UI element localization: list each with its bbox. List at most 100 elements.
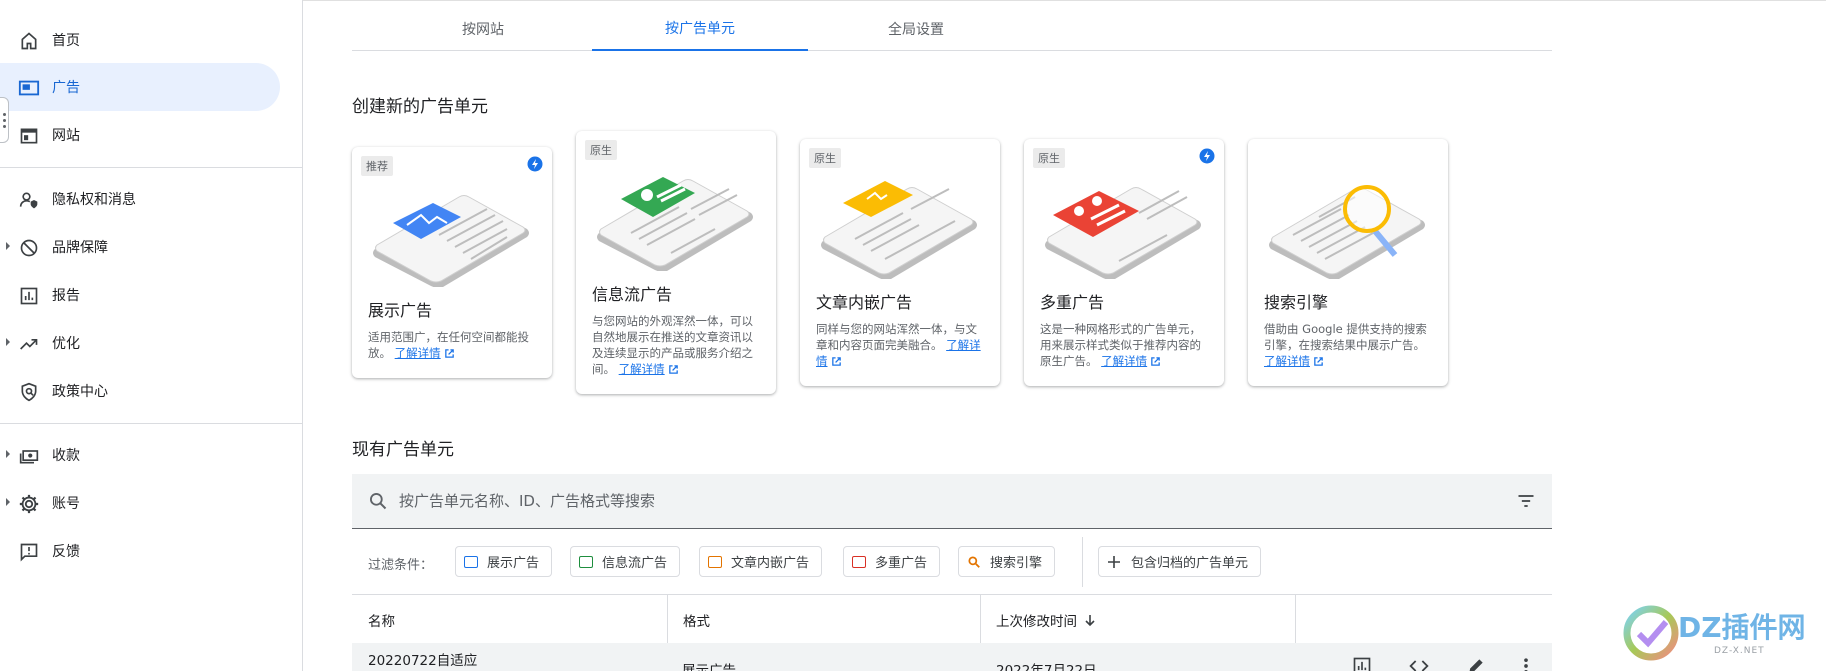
learn-more-link[interactable]: 了解详情 [1264, 354, 1310, 368]
search-bar [352, 474, 1552, 529]
nav-label: 账号 [52, 496, 80, 512]
expand-caret-icon [6, 242, 10, 250]
nav-label: 首页 [52, 33, 80, 49]
card-in-article-ads[interactable]: 原生 文章内嵌广告 同样与您的网站浑然一体，与文章和内容页面完美融合。 了解详情 [800, 139, 1000, 386]
card-description: 同样与您的网站浑然一体，与文章和内容页面完美融合。 了解详情 [816, 321, 988, 369]
chip-label: 文章内嵌广告 [731, 556, 810, 571]
report-icon[interactable] [1352, 656, 1372, 671]
table-header: 名称 格式 上次修改时间 [352, 594, 1552, 644]
nav-item-payments[interactable]: 收款 [0, 431, 280, 479]
more-vert-icon[interactable] [1522, 656, 1530, 671]
ad-unit-name[interactable]: 20220722自适应 [368, 649, 477, 669]
multiplex-ad-icon [852, 555, 866, 568]
tab-by-site[interactable]: 按网站 [375, 6, 591, 51]
filter-list-icon[interactable] [1516, 492, 1536, 510]
card-badge: 原生 [809, 148, 841, 168]
card-badge: 推荐 [361, 156, 393, 176]
site-watermark: DZ插件网 DZ-X.NET [1622, 600, 1822, 666]
create-section-title: 创建新的广告单元 [352, 97, 488, 117]
learn-more-link[interactable]: 了解详情 [619, 362, 665, 376]
card-title: 展示广告 [368, 301, 433, 320]
nav-item-sites[interactable]: 网站 [0, 111, 280, 159]
nav-label: 网站 [52, 128, 80, 144]
table-row[interactable]: 20220722自适应 展示广告 2022年7月22日 [352, 643, 1552, 671]
nav-item-reports[interactable]: 报告 [0, 271, 280, 319]
nav-label: 报告 [52, 288, 80, 304]
card-description: 适用范围广，在任何空间都能投放。 了解详情 [368, 329, 540, 361]
chip-label: 展示广告 [487, 556, 540, 571]
payments-icon [18, 445, 40, 467]
gear-icon [18, 493, 40, 515]
column-header-modified[interactable]: 上次修改时间 [980, 595, 1097, 644]
card-desc-text: 借助由 Google 提供支持的搜索引擎，在搜索结果中展示广告。 [1264, 322, 1427, 352]
nav-item-account[interactable]: 账号 [0, 479, 280, 527]
in-article-ad-icon [708, 555, 722, 568]
watermark-logo-icon [1623, 605, 1679, 661]
nav-item-feedback[interactable]: 反馈 [0, 527, 280, 575]
filter-chip-display[interactable]: 展示广告 [455, 546, 553, 577]
trending-icon [18, 333, 40, 355]
expand-caret-icon [6, 338, 10, 346]
card-multiplex-ads[interactable]: 原生 多重广告 这是一种网格形式的广告单元，用来展示样式类似于推荐内容的原生广告… [1024, 139, 1224, 386]
multiplex-ad-illustration [1045, 187, 1201, 279]
search-engine-illustration [1269, 185, 1425, 279]
card-display-ads[interactable]: 推荐 展示广告 适用范围广，在任何空间都能投放。 了解详情 [352, 147, 552, 378]
search-input[interactable] [399, 486, 1399, 516]
nav-item-home[interactable]: 首页 [0, 16, 280, 64]
add-icon [1108, 555, 1120, 568]
sites-icon [18, 125, 40, 147]
nav-label: 广告 [52, 80, 80, 96]
external-link-icon [1314, 357, 1323, 366]
filter-chip-in-article[interactable]: 文章内嵌广告 [699, 546, 823, 577]
code-icon[interactable] [1408, 656, 1430, 671]
in-feed-ad-illustration [597, 177, 753, 271]
home-icon [18, 30, 40, 52]
policy-icon [18, 381, 40, 403]
nav-item-policy[interactable]: 政策中心 [0, 367, 280, 415]
display-ad-illustration [373, 195, 529, 287]
filter-chip-multiplex[interactable]: 多重广告 [843, 546, 941, 577]
card-description: 与您网站的外观浑然一体，可以自然地展示在推送的文章资讯以及连续显示的产品或服务介… [592, 313, 764, 377]
tab-bar: 按网站 按广告单元 全局设置 [352, 6, 1552, 51]
filter-chip-archived[interactable]: 包含归档的广告单元 [1098, 546, 1262, 577]
in-article-ad-illustration [821, 181, 977, 279]
external-link-icon [668, 365, 678, 374]
ad-unit-format: 展示广告 [682, 663, 736, 671]
card-title: 文章内嵌广告 [816, 293, 913, 312]
nav-label: 收款 [52, 448, 80, 464]
nav-item-ads[interactable]: 广告 [0, 63, 280, 111]
nav-divider [0, 167, 303, 168]
filter-label: 过滤条件： [368, 558, 434, 573]
card-title: 搜索引擎 [1264, 293, 1329, 312]
card-title: 信息流广告 [592, 285, 673, 304]
filter-bar: 过滤条件： 展示广告 信息流广告 文章内嵌广告 多重广告 搜索引擎 包含归档的广… [352, 533, 1552, 593]
card-title: 多重广告 [1040, 293, 1105, 312]
nav-label: 政策中心 [52, 384, 108, 400]
filter-separator [1082, 537, 1083, 587]
ad-unit-modified: 2022年7月22日 [996, 663, 1097, 671]
chip-label: 搜索引擎 [990, 556, 1043, 571]
tab-global-settings[interactable]: 全局设置 [808, 6, 1024, 51]
bolt-icon [1199, 148, 1215, 164]
in-feed-ad-icon [579, 555, 593, 568]
column-header-name[interactable]: 名称 [352, 595, 395, 644]
search-icon [370, 493, 387, 510]
card-description: 借助由 Google 提供支持的搜索引擎，在搜索结果中展示广告。 了解详情 [1264, 321, 1436, 369]
filter-chip-in-feed[interactable]: 信息流广告 [570, 546, 681, 577]
column-header-format[interactable]: 格式 [667, 595, 710, 644]
watermark-brand: DZ插件网 [1678, 611, 1806, 644]
tab-by-ad-unit[interactable]: 按广告单元 [592, 6, 808, 51]
learn-more-link[interactable]: 了解详情 [1101, 354, 1147, 368]
filter-chip-search[interactable]: 搜索引擎 [958, 546, 1056, 577]
block-icon [18, 237, 40, 259]
nav-item-privacy[interactable]: 隐私权和消息 [0, 175, 280, 223]
learn-more-link[interactable]: 了解详情 [395, 346, 441, 360]
card-search-ads[interactable]: 搜索引擎 借助由 Google 提供支持的搜索引擎，在搜索结果中展示广告。 了解… [1248, 139, 1448, 386]
search-engine-icon [968, 555, 980, 568]
card-in-feed-ads[interactable]: 原生 信息流广告 与您网站的外观浑然一体，可以自然地展示在推送的文章资讯以及连续… [576, 131, 776, 394]
display-ad-icon [464, 555, 478, 568]
nav-item-brand-safety[interactable]: 品牌保障 [0, 223, 280, 271]
nav-item-optimize[interactable]: 优化 [0, 319, 280, 367]
edit-icon[interactable] [1466, 656, 1486, 671]
chip-label: 信息流广告 [602, 556, 668, 571]
